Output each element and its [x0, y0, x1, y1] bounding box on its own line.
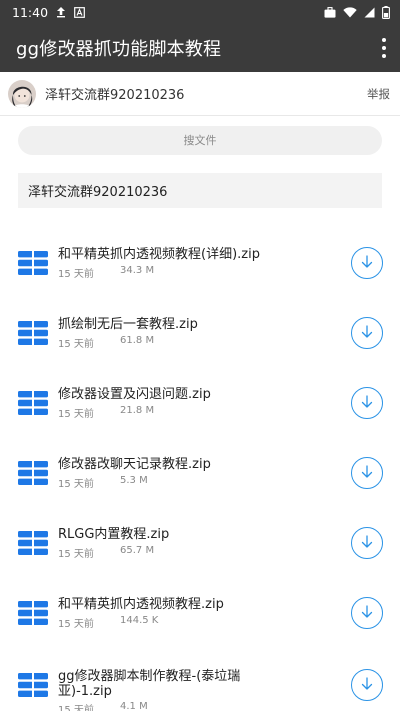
- download-icon: [361, 677, 373, 690]
- archive-file-icon: [18, 321, 48, 345]
- file-item[interactable]: 修改器改聊天记录教程.zip 15 天前 5.3 M: [0, 444, 400, 514]
- download-button[interactable]: [351, 317, 383, 349]
- file-item[interactable]: gg修改器脚本制作教程-(泰垃瑞亚)-1.zip 15 天前 4.1 M: [0, 655, 400, 711]
- signal-icon: [364, 7, 375, 18]
- file-meta: 15 天前 4.1 M: [58, 701, 148, 711]
- briefcase-icon: [324, 6, 336, 18]
- file-meta: 15 天前 21.8 M: [58, 405, 154, 420]
- archive-file-icon: [18, 531, 48, 555]
- file-item[interactable]: 修改器设置及闪退问题.zip 15 天前 21.8 M: [0, 374, 400, 444]
- download-icon: [361, 535, 373, 548]
- download-icon: [361, 325, 373, 338]
- archive-file-icon: [18, 391, 48, 415]
- file-name: 和平精英抓内透视频教程(详细).zip: [58, 247, 260, 262]
- app-bar: gg修改器抓功能脚本教程: [0, 24, 400, 72]
- file-meta: 15 天前 65.7 M: [58, 545, 154, 560]
- archive-file-icon: [18, 601, 48, 625]
- file-meta: 15 天前 144.5 K: [58, 615, 158, 630]
- download-icon: [361, 395, 373, 408]
- battery-icon: [382, 5, 390, 19]
- file-name: 修改器改聊天记录教程.zip: [58, 457, 211, 472]
- file-size: 4.1 M: [120, 701, 148, 711]
- report-button[interactable]: 举报: [367, 86, 390, 102]
- download-button[interactable]: [351, 527, 383, 559]
- download-button[interactable]: [351, 247, 383, 279]
- file-name: 修改器设置及闪退问题.zip: [58, 387, 211, 402]
- file-item[interactable]: 和平精英抓内透视频教程.zip 15 天前 144.5 K: [0, 584, 400, 654]
- upload-icon: [56, 6, 66, 18]
- avatar[interactable]: [8, 79, 36, 108]
- file-date: 15 天前: [58, 705, 94, 711]
- owner-row[interactable]: 泽轩交流群920210236 举报: [0, 72, 400, 116]
- status-time: 11:40: [12, 4, 49, 20]
- file-item[interactable]: 抓绘制无后一套教程.zip 15 天前 61.8 M: [0, 304, 400, 374]
- download-button[interactable]: [351, 597, 383, 629]
- font-a-icon: [74, 6, 85, 18]
- file-meta: 15 天前 34.3 M: [58, 265, 154, 280]
- download-button[interactable]: [351, 387, 383, 419]
- file-item[interactable]: RLGG内置教程.zip 15 天前 65.7 M: [0, 514, 400, 584]
- download-icon: [361, 605, 373, 618]
- file-size: 65.7 M: [120, 545, 155, 556]
- file-name: gg修改器脚本制作教程-(泰垃瑞亚)-1.zip: [58, 669, 241, 699]
- archive-file-icon: [18, 461, 48, 485]
- file-meta: 15 天前 61.8 M: [58, 335, 154, 350]
- file-name: 抓绘制无后一套教程.zip: [58, 317, 198, 332]
- folder-row[interactable]: 泽轩交流群920210236: [18, 173, 382, 208]
- download-icon: [361, 255, 373, 268]
- file-item[interactable]: 和平精英抓内透视频教程(详细).zip 15 天前 34.3 M: [0, 234, 400, 304]
- file-meta: 15 天前 5.3 M: [58, 475, 148, 490]
- download-icon: [361, 465, 373, 478]
- download-button[interactable]: [351, 669, 383, 701]
- archive-file-icon: [18, 251, 48, 275]
- file-name: RLGG内置教程.zip: [58, 527, 170, 542]
- file-size: 34.3 M: [120, 265, 155, 276]
- more-vert-icon[interactable]: [380, 38, 388, 58]
- status-bar: 11:40: [0, 0, 400, 24]
- file-size: 61.8 M: [120, 335, 155, 346]
- folder-name: 泽轩交流群920210236: [28, 185, 168, 200]
- file-size: 144.5 K: [120, 615, 159, 626]
- owner-name: 泽轩交流群920210236: [45, 88, 185, 103]
- file-name: 和平精英抓内透视频教程.zip: [58, 597, 224, 612]
- app-title: gg修改器抓功能脚本教程: [16, 39, 222, 60]
- search-input[interactable]: [18, 126, 382, 155]
- wifi-icon: [343, 6, 357, 18]
- file-size: 5.3 M: [120, 475, 148, 486]
- file-date: 15 天前: [58, 619, 94, 630]
- download-button[interactable]: [351, 457, 383, 489]
- archive-file-icon: [18, 673, 48, 697]
- file-date: 15 天前: [58, 479, 94, 490]
- file-size: 21.8 M: [120, 405, 155, 416]
- file-date: 15 天前: [58, 409, 94, 420]
- file-date: 15 天前: [58, 339, 94, 350]
- file-date: 15 天前: [58, 269, 94, 280]
- file-date: 15 天前: [58, 549, 94, 560]
